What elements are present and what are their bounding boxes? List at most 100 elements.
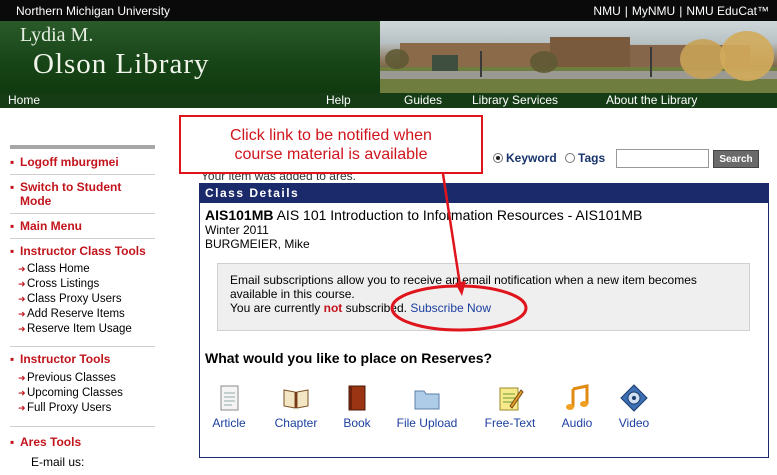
sidebar-subitem-label: Add Reserve Items bbox=[27, 308, 125, 320]
nav-home[interactable]: Home bbox=[8, 93, 40, 108]
main-nav: Home Help Guides Library Services About … bbox=[0, 93, 777, 108]
search-option-keyword[interactable]: Keyword bbox=[493, 151, 557, 165]
bullet-icon: ▪ bbox=[10, 352, 15, 366]
top-link-educat[interactable]: NMU EduCat™ bbox=[686, 4, 769, 18]
sidebar-item-label: Instructor Tools bbox=[20, 352, 111, 366]
callout-line2: course material is available bbox=[234, 146, 428, 163]
arrow-icon: ➜ bbox=[18, 403, 26, 413]
course-term: Winter 2011 bbox=[205, 223, 269, 237]
class-details-panel: Class Details AIS101MB AIS 101 Introduct… bbox=[199, 183, 769, 458]
open-book-icon bbox=[282, 384, 310, 412]
divider bbox=[10, 213, 155, 214]
arrow-icon: ➜ bbox=[18, 373, 26, 383]
course-code: AIS101MB bbox=[205, 207, 274, 223]
search-option-label: Keyword bbox=[506, 151, 557, 165]
banner-title-line2: Olson Library bbox=[33, 48, 210, 80]
top-bar: Northern Michigan University NMU | MyNMU | N… bbox=[0, 0, 777, 21]
reserve-free-text-label: Free-Text bbox=[484, 416, 536, 430]
top-link-mynmu[interactable]: MyNMU bbox=[632, 4, 675, 18]
folder-icon bbox=[413, 384, 441, 412]
reserve-video-button[interactable]: Video bbox=[616, 384, 652, 430]
sidebar-item-instructor-tools[interactable]: ▪ Instructor Tools bbox=[10, 352, 155, 366]
radio-icon[interactable] bbox=[565, 153, 575, 163]
search-option-tags[interactable]: Tags bbox=[565, 151, 605, 165]
sidebar-subitem-label: Class Home bbox=[27, 263, 90, 275]
course-name: AIS 101 Introduction to Information Reso… bbox=[273, 207, 643, 223]
notice-not: not bbox=[323, 301, 343, 315]
divider bbox=[10, 174, 155, 175]
sidebar-email-us: E-mail us: bbox=[31, 455, 85, 469]
reserve-type-toolbar: Article Chapter Book File Upload Free-Te… bbox=[200, 384, 770, 434]
sidebar-item-label: Instructor Class Tools bbox=[20, 244, 146, 258]
nav-guides[interactable]: Guides bbox=[404, 93, 442, 108]
arrow-icon: ➜ bbox=[18, 324, 26, 334]
bullet-icon: ▪ bbox=[10, 180, 15, 194]
document-icon bbox=[215, 384, 243, 412]
sidebar-subitem-full-proxy-users[interactable]: ➜ Full Proxy Users bbox=[10, 401, 155, 416]
bullet-icon: ▪ bbox=[10, 219, 15, 233]
search-input[interactable] bbox=[616, 149, 709, 168]
sidebar-subitem-class-proxy-users[interactable]: ➜ Class Proxy Users bbox=[10, 292, 155, 307]
sidebar-item-label: Switch to Student Mode bbox=[20, 180, 122, 208]
bullet-icon: ▪ bbox=[10, 435, 15, 449]
sidebar-item-switch-mode[interactable]: ▪ Switch to Student Mode bbox=[10, 180, 155, 208]
sidebar-item-label: Main Menu bbox=[20, 219, 82, 233]
sidebar-subitem-previous-classes[interactable]: ➜ Previous Classes bbox=[10, 371, 155, 386]
subscription-notice: Email subscriptions allow you to receive… bbox=[217, 263, 750, 331]
sidebar-item-ares-tools[interactable]: ▪ Ares Tools bbox=[10, 435, 155, 449]
reserve-chapter-button[interactable]: Chapter bbox=[268, 384, 324, 430]
arrow-icon: ➜ bbox=[18, 294, 26, 304]
library-banner: Lydia M. Olson Library bbox=[0, 21, 777, 93]
reserves-question: What would you like to place on Reserves… bbox=[205, 350, 493, 366]
divider: | bbox=[624, 4, 628, 18]
divider bbox=[10, 238, 155, 239]
university-name[interactable]: Northern Michigan University bbox=[16, 4, 170, 18]
reserve-file-upload-label: File Upload bbox=[396, 416, 458, 430]
sidebar-item-label: Logoff mburgmei bbox=[20, 155, 119, 169]
reserve-audio-label: Audio bbox=[561, 416, 593, 430]
film-reel-icon bbox=[620, 384, 648, 412]
arrow-icon: ➜ bbox=[18, 388, 26, 398]
reserve-file-upload-button[interactable]: File Upload bbox=[393, 384, 461, 430]
sidebar-subitem-label: Class Proxy Users bbox=[27, 293, 122, 305]
top-links: NMU | MyNMU | NMU EduCat™ bbox=[593, 4, 769, 18]
banner-title-line1: Lydia M. bbox=[20, 24, 94, 46]
sidebar-item-logoff[interactable]: ▪ Logoff mburgmei bbox=[10, 155, 155, 169]
banner-title-panel: Lydia M. Olson Library bbox=[0, 21, 380, 93]
top-link-nmu[interactable]: NMU bbox=[593, 4, 620, 18]
reserve-free-text-button[interactable]: Free-Text bbox=[481, 384, 539, 430]
subscribe-now-link[interactable]: Subscribe Now bbox=[410, 301, 491, 315]
reserve-audio-button[interactable]: Audio bbox=[559, 384, 595, 430]
search-button[interactable]: Search bbox=[713, 150, 759, 168]
sidebar-subitem-class-home[interactable]: ➜ Class Home bbox=[10, 262, 155, 277]
sidebar-subitem-label: Upcoming Classes bbox=[27, 387, 123, 399]
reserve-article-button[interactable]: Article bbox=[209, 384, 249, 430]
sidebar-item-main-menu[interactable]: ▪ Main Menu bbox=[10, 219, 155, 233]
sidebar-item-label: Ares Tools bbox=[20, 435, 82, 449]
reserve-book-button[interactable]: Book bbox=[341, 384, 373, 430]
reserve-video-label: Video bbox=[618, 416, 650, 430]
nav-library-services[interactable]: Library Services bbox=[472, 93, 558, 108]
bullet-icon: ▪ bbox=[10, 155, 15, 169]
sidebar-subitem-reserve-item-usage[interactable]: ➜ Reserve Item Usage bbox=[10, 322, 155, 337]
music-note-icon bbox=[563, 384, 591, 412]
sidebar-subitem-label: Cross Listings bbox=[27, 278, 100, 290]
book-icon bbox=[343, 384, 371, 412]
nav-about-library[interactable]: About the Library bbox=[606, 93, 697, 108]
sidebar-subitem-label: Full Proxy Users bbox=[27, 402, 112, 414]
sidebar-subitem-cross-listings[interactable]: ➜ Cross Listings bbox=[10, 277, 155, 292]
search-option-label: Tags bbox=[578, 151, 606, 165]
sidebar-subitem-label: Previous Classes bbox=[27, 372, 116, 384]
sidebar-subitem-upcoming-classes[interactable]: ➜ Upcoming Classes bbox=[10, 386, 155, 401]
campus-photo bbox=[380, 21, 777, 93]
arrow-icon: ➜ bbox=[18, 264, 26, 274]
sidebar-subitem-add-reserve-items[interactable]: ➜ Add Reserve Items bbox=[10, 307, 155, 322]
radio-selected-icon[interactable] bbox=[493, 153, 503, 163]
sidebar-top-rule bbox=[10, 145, 155, 149]
divider bbox=[10, 426, 155, 427]
course-title: AIS101MB AIS 101 Introduction to Informa… bbox=[205, 207, 642, 223]
reserve-book-label: Book bbox=[343, 416, 371, 430]
nav-help[interactable]: Help bbox=[326, 93, 351, 108]
search-bar: Keyword Tags Search bbox=[493, 149, 763, 169]
sidebar-item-instructor-class-tools[interactable]: ▪ Instructor Class Tools bbox=[10, 244, 155, 258]
